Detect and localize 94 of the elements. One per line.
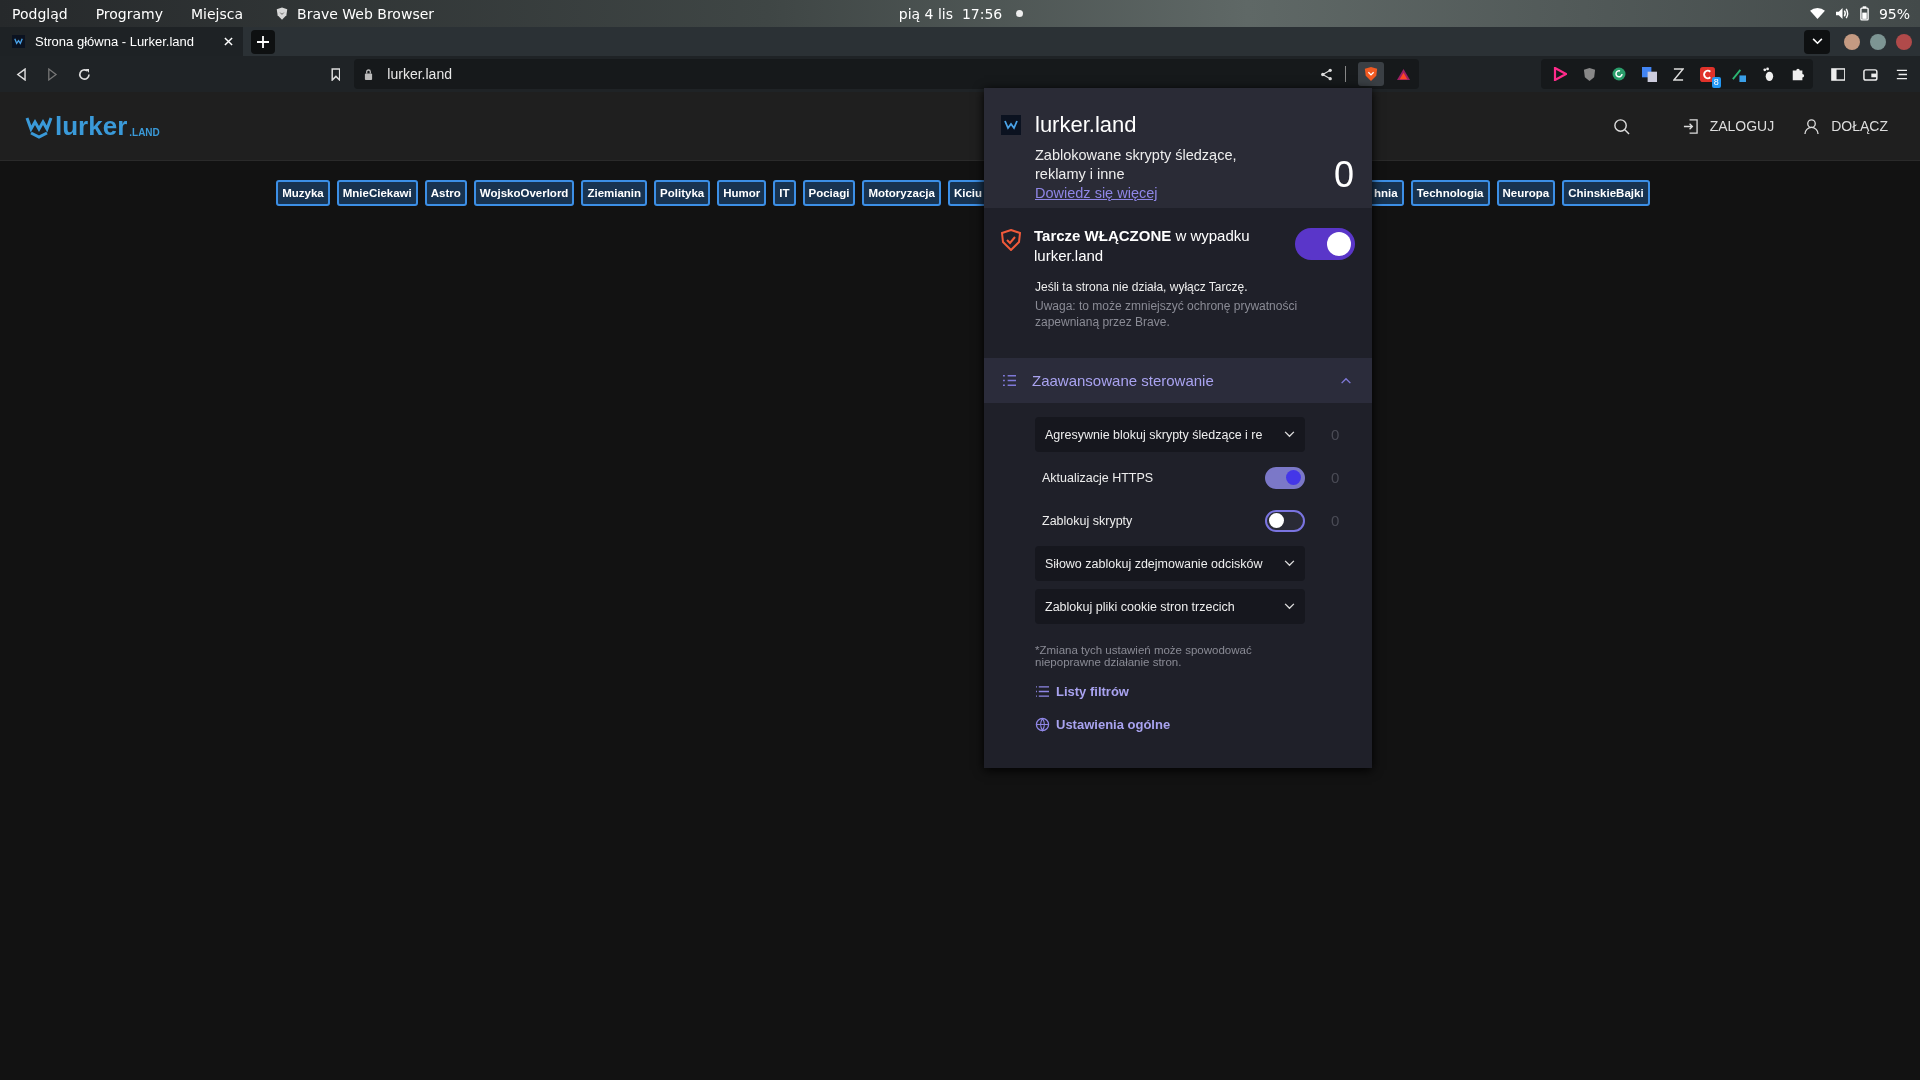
category-tag[interactable]: Polityka [654, 180, 711, 206]
hint-text: Jeśli ta strona nie działa, wyłącz Tarczę. [1035, 280, 1249, 294]
refresh-circle-icon[interactable] [1611, 67, 1626, 81]
dropdown-select[interactable]: Agresywnie blokuj skrypty śledzące i re [1035, 417, 1305, 452]
tab-list-button[interactable] [1804, 29, 1830, 54]
bookmark-icon[interactable] [330, 67, 341, 81]
lion-shield-icon [1363, 66, 1378, 82]
letter-c-icon[interactable] [1699, 66, 1715, 82]
category-tag[interactable]: Technologia [1410, 180, 1490, 206]
menu-item[interactable]: Podgląd [12, 5, 68, 22]
search-icon[interactable] [1612, 117, 1630, 135]
chevron-down-icon [1811, 38, 1823, 45]
filter-lists-link[interactable]: Listy filtrów [1035, 684, 1129, 699]
z-icon[interactable] [1672, 67, 1684, 81]
brave-shields-button[interactable] [1357, 62, 1384, 86]
browser-tab[interactable]: Strona główna - Lurker.land [0, 27, 243, 56]
site-logo[interactable]: lurker.LAND [25, 113, 160, 139]
advanced-controls-header[interactable]: Zaawansowane sterowanie [984, 358, 1372, 403]
category-tag[interactable]: MnieCiekawi [336, 180, 418, 206]
battery-percent: 95% [1878, 5, 1910, 22]
back-icon[interactable] [16, 67, 27, 81]
category-tag[interactable]: hnia [1372, 180, 1404, 206]
user-icon [1804, 118, 1820, 134]
shields-status: Tarcze WŁĄCZONE w wypadku lurker.land [1034, 226, 1251, 266]
chevron-down-icon [1284, 560, 1295, 567]
site-favicon-icon [1001, 115, 1021, 135]
shield-check-icon [1001, 229, 1021, 251]
chevron-down-icon [1284, 431, 1295, 438]
translate-icon[interactable] [1641, 66, 1657, 82]
shields-toggle[interactable] [1295, 228, 1355, 260]
date-time[interactable]: pią 4 lis 17:56 [898, 5, 1003, 22]
settings-note: *Zmiana tych ustawień może spowodować niepoprawne działanie stron. [1035, 644, 1253, 668]
login-link[interactable]: ZALOGUJ [1682, 118, 1775, 134]
join-link[interactable]: DOŁĄCZ [1804, 118, 1888, 134]
address-field[interactable]: lurker.land [354, 59, 1419, 89]
category-tag[interactable]: WojskoOverlord [473, 180, 575, 206]
chevron-down-icon [1284, 603, 1295, 610]
dropdown-select[interactable]: Zablokuj pliki cookie stron trzecich [1035, 589, 1305, 624]
blocked-description: Zablokowane skrypty śledzące, reklamy i inne Dowiedz się więcej [1035, 146, 1238, 203]
blocked-count: 0 [1333, 153, 1354, 196]
battery-icon[interactable] [1859, 6, 1869, 21]
learn-more-link[interactable]: Dowiedz się więcej [1035, 185, 1158, 201]
category-tag[interactable]: ChinskieBajki [1562, 180, 1650, 206]
plus-icon [257, 35, 269, 48]
play-icon[interactable] [1552, 67, 1567, 81]
maximize-button[interactable] [1870, 33, 1886, 50]
list-icon [1002, 374, 1017, 387]
general-settings-link[interactable]: Ustawienia ogólne [1035, 717, 1171, 732]
url-text: lurker.land [387, 66, 452, 82]
close-button[interactable] [1896, 33, 1912, 50]
wallet-icon[interactable] [1863, 67, 1879, 81]
menu-item[interactable]: Miejsca [191, 5, 244, 22]
slash-icon[interactable] [1730, 66, 1746, 82]
puzzle-icon[interactable] [1790, 67, 1805, 81]
notification-dot-icon [1016, 10, 1024, 17]
setting-toggle[interactable] [1265, 509, 1305, 532]
shield-icon[interactable] [1582, 66, 1596, 82]
login-icon [1682, 118, 1698, 134]
wifi-icon[interactable] [1809, 7, 1825, 20]
reload-icon[interactable] [77, 67, 91, 81]
dropdown-select[interactable]: Siłowo zablokuj zdejmowanie odcisków [1035, 546, 1305, 581]
category-tag[interactable]: Muzyka [276, 180, 330, 206]
category-tag[interactable]: Pociagi [802, 180, 856, 206]
menu-icon[interactable] [1896, 68, 1909, 80]
lion-shield-icon [275, 6, 290, 21]
setting-label: Aktualizacje HTTPS [1042, 470, 1154, 485]
category-tag[interactable]: IT [773, 180, 796, 206]
sidebar-icon[interactable] [1830, 67, 1846, 81]
site-name: lurker.land [1035, 112, 1137, 138]
app-name[interactable]: Brave Web Browser [297, 5, 435, 22]
site-favicon-icon [12, 35, 25, 48]
category-tag[interactable]: Kiciu [947, 180, 984, 206]
globe-icon [1035, 717, 1050, 732]
setting-label: Zablokuj skrypty [1042, 513, 1133, 528]
forward-icon[interactable] [46, 67, 58, 81]
category-tag[interactable]: Astro [424, 180, 467, 206]
warning-text: Uwaga: to może zmniejszyć ochronę prywatności zapewnianą przez Brave. [1035, 298, 1299, 330]
category-tag[interactable]: Motoryzacja [862, 180, 941, 206]
volume-icon[interactable] [1834, 7, 1850, 20]
share-icon[interactable] [1319, 67, 1333, 81]
new-tab-button[interactable] [251, 29, 275, 54]
list-icon [1035, 685, 1050, 698]
category-tag[interactable]: Ziemianin [581, 180, 648, 206]
category-tag[interactable]: Neuropa [1496, 180, 1556, 206]
setting-toggle[interactable] [1265, 466, 1305, 489]
menu-item[interactable]: Programy [95, 5, 163, 22]
chevron-icon [1340, 377, 1352, 384]
lock-icon [364, 68, 374, 80]
category-tag[interactable]: Humor [717, 180, 767, 206]
triangle-icon[interactable] [1395, 67, 1411, 81]
count-badge: 8 [1711, 76, 1721, 88]
footprint-icon[interactable] [1761, 66, 1775, 82]
close-icon[interactable] [224, 37, 233, 46]
minimize-button[interactable] [1844, 33, 1860, 50]
